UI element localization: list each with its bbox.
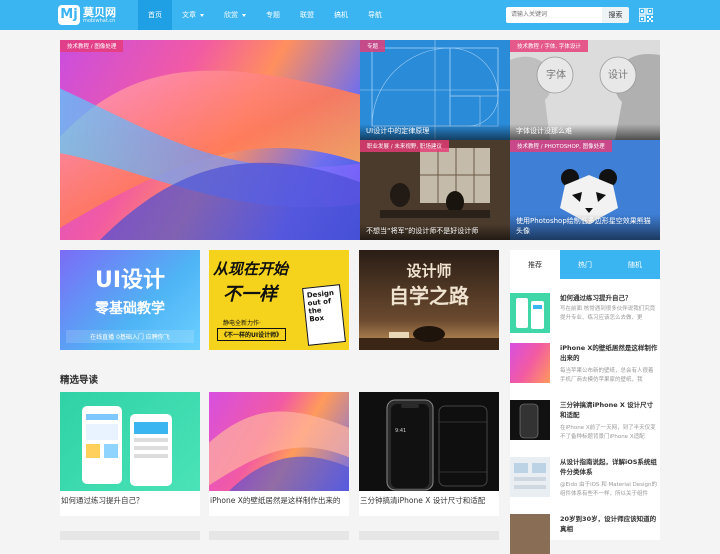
main-nav: 首页 文章 欣赏 专题 联盟 搞机 导航 xyxy=(138,0,392,30)
section-title: 精选导读 xyxy=(60,375,99,386)
category-tag[interactable]: 技术教程 / 字体, 字体设计 xyxy=(510,40,588,52)
tab-popular[interactable]: 热门 xyxy=(560,250,610,279)
book-cover: Design out of the Box xyxy=(302,284,346,346)
article-excerpt: 写在前面 核常遇到很多伙伴说我们究竟提升专业、练习应该怎么去做、更 xyxy=(560,306,656,321)
tile-caption: UI设计中的定律原理 xyxy=(360,123,510,140)
nav-item-2[interactable]: 欣赏 xyxy=(214,0,256,30)
logo-mark: Mj xyxy=(58,5,80,25)
banner-self-study[interactable]: 设计师 自学之路 xyxy=(359,250,499,350)
top-navbar: Mj 莫贝网 mobiwhat.cn 首页 文章 欣赏 专题 联盟 搞机 导航 搜索 xyxy=(0,0,720,30)
nav-item-label: 欣赏 xyxy=(224,11,238,19)
nav-item-label: 专题 xyxy=(266,11,280,19)
category-tag[interactable]: 技术教程 / PHOTOSHOP, 图像处理 xyxy=(510,140,612,152)
article-excerpt: 每当苹果公布新的壁纸，总会有人很着手机厂商去模仿苹果家的壁纸，我 xyxy=(560,368,654,383)
tile-caption: 不想当“将军”的设计师不是好设计师 xyxy=(360,223,510,240)
tab-random[interactable]: 随机 xyxy=(610,250,660,279)
banner-book[interactable]: 从现在开始 不一样 静电全新力作· 《不一样的UI设计师》 Design out… xyxy=(209,250,349,350)
nav-item-6[interactable]: 导航 xyxy=(358,0,392,30)
svg-text:字体: 字体 xyxy=(546,68,566,81)
abstract-gradient-image xyxy=(209,411,349,491)
article-card[interactable]: 9:41 三分钟搞清iPhone X 设计尺寸和适配 xyxy=(359,392,499,516)
site-logo[interactable]: Mj 莫贝网 mobiwhat.cn xyxy=(58,4,116,26)
banner-ui-course[interactable]: UI设计 零基础教学 在线直播 0基础入门 应聘你飞 xyxy=(60,250,200,350)
article-thumbnail xyxy=(510,457,550,497)
nav-item-label: 首页 xyxy=(148,11,162,19)
nav-item-label: 文章 xyxy=(182,11,196,19)
search-button[interactable]: 搜索 xyxy=(602,7,629,23)
featured-tile-2[interactable]: 字体 设计 技术教程 / 字体, 字体设计 字体设计没那么难 xyxy=(510,40,660,140)
category-tag[interactable]: 技术教程 / 图像处理 xyxy=(60,40,124,52)
nav-item-label: 导航 xyxy=(368,11,382,19)
article-thumbnail xyxy=(510,293,550,333)
chevron-down-icon xyxy=(242,13,246,17)
featured-tile-3[interactable]: 职业发展 / 未来视野, 职场建议 不想当“将军”的设计师不是好设计师 xyxy=(360,140,510,240)
nav-item-3[interactable]: 专题 xyxy=(256,0,290,30)
nav-item-4[interactable]: 联盟 xyxy=(290,0,324,30)
article-title: iPhone X的壁纸居然是这样制作出来的 xyxy=(560,344,658,363)
nav-item-5[interactable]: 搞机 xyxy=(324,0,358,30)
search-input[interactable] xyxy=(506,7,602,23)
logo-name: 莫贝网 xyxy=(83,5,116,19)
article-title: 20岁到30岁，设计师应该知道的真相 xyxy=(560,515,657,534)
sidebar-tabs: 推荐 热门 随机 xyxy=(510,250,660,279)
category-tag[interactable]: 专题 xyxy=(360,40,386,52)
phone-mockups-image xyxy=(82,406,172,486)
article-title: 如何通过练习提升自己？ xyxy=(61,496,144,505)
logo-subtitle: mobiwhat.cn xyxy=(83,17,116,24)
nav-item-1[interactable]: 文章 xyxy=(172,0,214,30)
article-thumbnail xyxy=(209,392,349,491)
abstract-gradient-image xyxy=(60,70,360,240)
nav-item-0[interactable]: 首页 xyxy=(138,0,172,30)
banner-headline: UI设计 xyxy=(94,268,166,293)
article-card-next[interactable] xyxy=(209,531,349,540)
banner-headline: 从现在开始 xyxy=(213,260,289,278)
banner-subheadline: 自学之路 xyxy=(389,284,469,308)
article-thumbnail xyxy=(510,343,550,383)
iphone-x-image: 9:41 xyxy=(386,399,488,491)
tab-recommended[interactable]: 推荐 xyxy=(510,250,560,279)
article-title: 三分钟搞清iPhone X 设计尺寸和适配 xyxy=(560,401,654,420)
tile-caption: 使用Photoshop绘制低多边形星空效果熊猫头像 xyxy=(510,214,660,240)
featured-tile-4[interactable]: 技术教程 / PHOTOSHOP, 图像处理 使用Photoshop绘制低多边形… xyxy=(510,140,660,240)
article-title: 如何通过练习提升自己？ xyxy=(560,294,632,302)
desk-scene-image xyxy=(359,326,499,350)
svg-text:设计: 设计 xyxy=(608,68,628,81)
chevron-down-icon xyxy=(200,13,204,17)
qr-code-icon[interactable] xyxy=(639,8,653,22)
article-thumbnail: 9:41 xyxy=(359,392,499,491)
sidebar-widget: 推荐 热门 随机 如何通过练习提升自己？ 写在前面 核常遇到很多伙伴说我们究竟提… xyxy=(510,250,660,554)
nav-item-label: 搞机 xyxy=(334,11,348,19)
article-card-next[interactable] xyxy=(359,531,499,540)
svg-text:9:41: 9:41 xyxy=(395,428,406,434)
banner-subheadline: 不一样 xyxy=(223,284,277,305)
category-tag[interactable]: 职业发展 / 未来视野, 职场建议 xyxy=(360,140,449,152)
banner-booktitle: 《不一样的UI设计师》 xyxy=(217,328,287,341)
article-card[interactable]: 如何通过练习提升自己？ xyxy=(60,392,200,516)
banner-subheadline: 零基础教学 xyxy=(95,301,165,317)
tile-caption: 字体设计没那么难 xyxy=(510,123,660,140)
article-title: iPhone X的壁纸居然是这样制作出来的 xyxy=(210,496,341,505)
banner-tagline: 在线直播 0基础入门 应聘你飞 xyxy=(66,330,194,343)
nav-item-label: 联盟 xyxy=(300,11,314,19)
banner-headline: 设计师 xyxy=(406,262,452,280)
article-thumbnail xyxy=(510,514,550,554)
article-card[interactable]: iPhone X的壁纸居然是这样制作出来的 xyxy=(209,392,349,516)
article-title: 从设计指南说起，详解iOS系统组件分类体系 xyxy=(560,458,657,477)
article-card-next[interactable] xyxy=(60,531,200,540)
article-excerpt: 在iPhone X前了一天网，到了半天仅变不了备种标题背景门iPhone X适配 xyxy=(560,425,656,440)
article-thumbnail xyxy=(510,400,550,440)
featured-main[interactable]: 技术教程 / 图像处理 xyxy=(60,40,360,240)
article-excerpt: @Eido 由于iOS 和 Material Design的组件体系有些不一样，… xyxy=(560,482,658,497)
article-thumbnail xyxy=(60,392,200,491)
banner-tagline: 静电全新力作· xyxy=(223,320,261,327)
featured-tile-1[interactable]: 专题 UI设计中的定律原理 xyxy=(360,40,510,140)
article-title: 三分钟搞清iPhone X 设计尺寸和适配 xyxy=(360,496,486,505)
